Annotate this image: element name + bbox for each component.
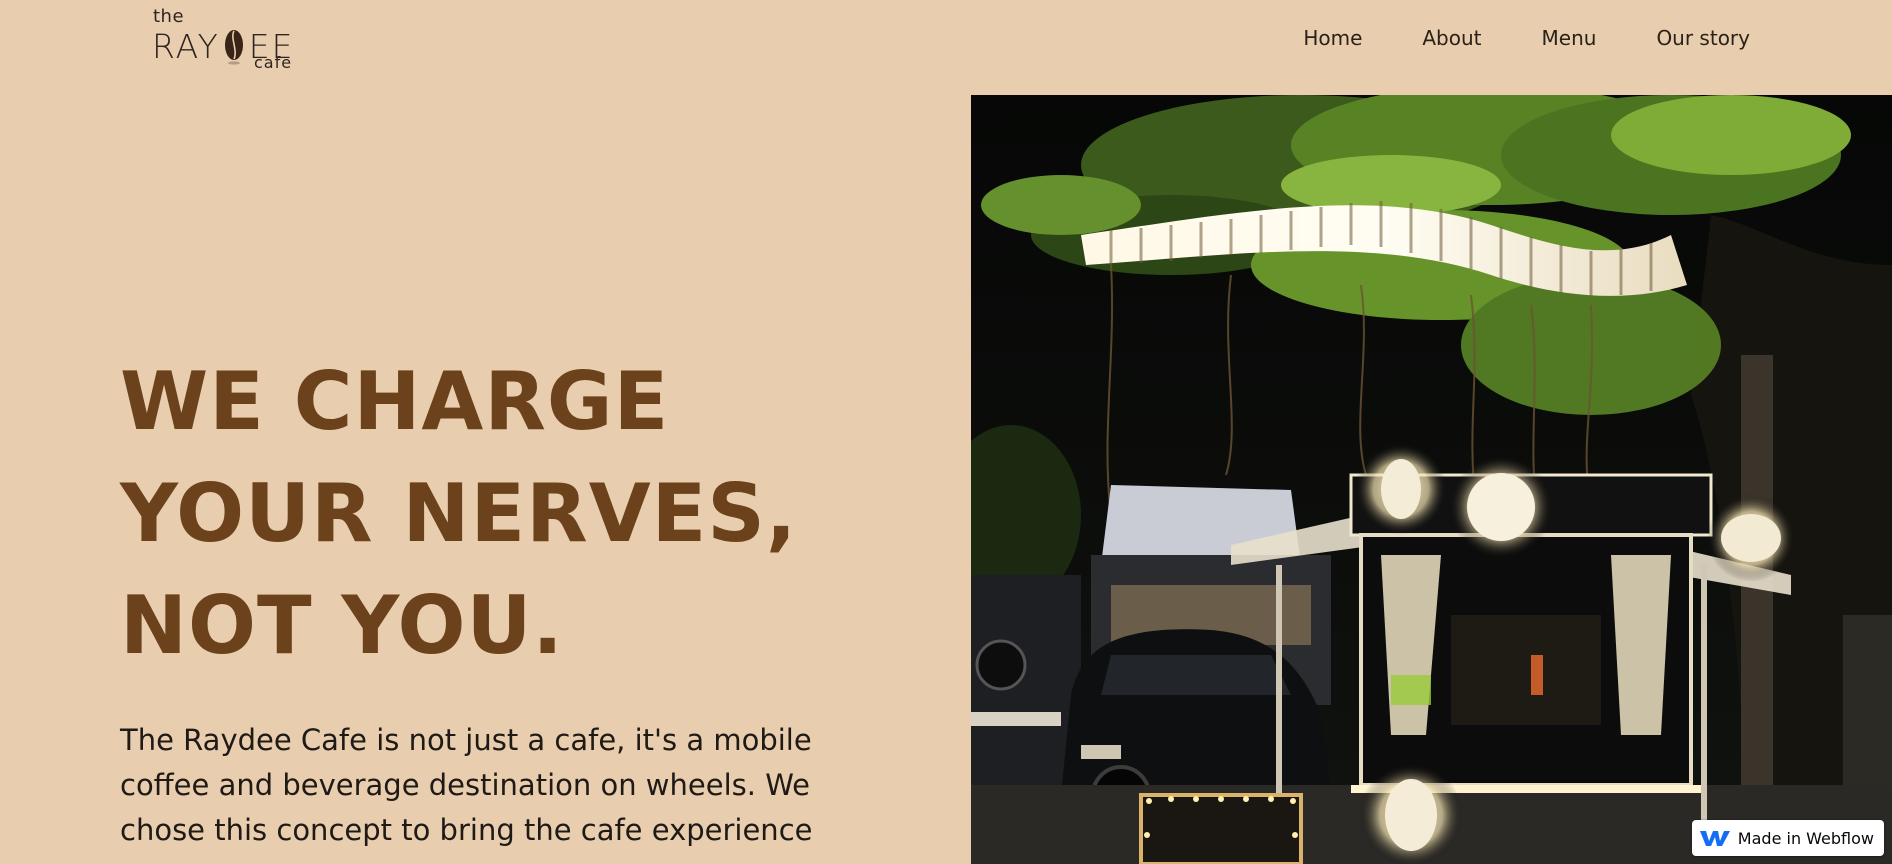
nav-about[interactable]: About — [1422, 24, 1481, 52]
site-logo[interactable]: the RAY EE cafe — [152, 8, 302, 72]
headline-line: NOT YOU. — [120, 579, 564, 672]
headline-line: YOUR NERVES, — [120, 467, 798, 560]
nav-menu[interactable]: Menu — [1542, 24, 1597, 52]
hero-headline: WE CHARGE YOUR NERVES, NOT YOU. — [120, 346, 880, 682]
badge-label: Made in Webflow — [1737, 828, 1874, 848]
hero-photo-coffee-cart: Made in Webflow — [971, 95, 1892, 864]
logo-cafe: cafe — [254, 53, 293, 72]
main-nav: Home About Menu Our story — [1303, 24, 1750, 52]
nav-our-story[interactable]: Our story — [1656, 24, 1750, 52]
logo-word-left: RAY — [152, 27, 220, 66]
logo-the: the — [153, 6, 185, 27]
hero-intro-text: The Raydee Cafe is not just a cafe, it's… — [120, 723, 813, 847]
coffee-bean-icon — [224, 30, 243, 65]
made-in-webflow-badge[interactable]: Made in Webflow — [1691, 820, 1884, 856]
headline-line: WE CHARGE — [120, 355, 670, 448]
nav-home[interactable]: Home — [1303, 24, 1362, 52]
webflow-logo-icon — [1699, 831, 1730, 846]
